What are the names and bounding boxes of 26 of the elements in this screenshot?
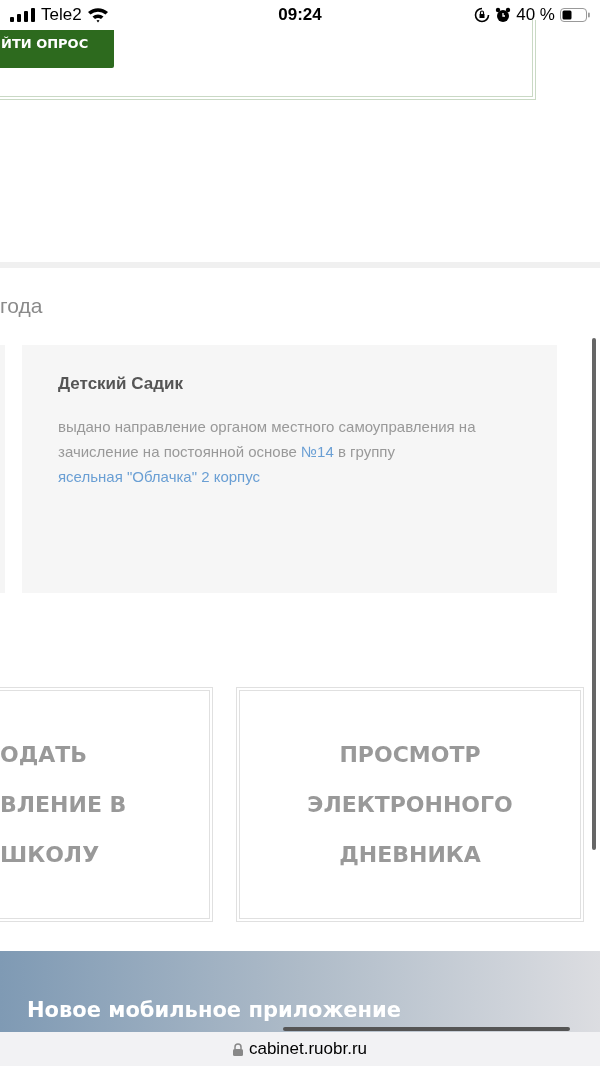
menu-tile[interactable]: ПРОСМОТР ЭЛЕКТРОННОГО ДНЕВНИКА [236,687,584,922]
group-link[interactable]: №14 [301,442,334,460]
survey-button[interactable]: ЙТИ ОПРОС [0,30,114,68]
tile-label: ШКОЛУ [0,841,100,869]
battery-icon [560,8,590,22]
tile-label: ОДАТЬ [0,741,88,769]
tile-label: ПРОСМОТР [339,741,481,769]
signal-icon [10,8,36,22]
alarm-icon [495,7,512,23]
banner-title: Новое мобильное приложение [27,997,402,1023]
tile-label: ЭЛЕКТРОННОГО [307,791,513,819]
card-title: Детский Садик [58,373,184,395]
section-heading: года [0,293,43,319]
url-text: cabinet.ruobr.ru [248,1038,368,1061]
tile-label: ВЛЕНИЕ В [0,791,127,819]
carrier-name: Tele2 [41,4,82,27]
lock-icon [232,1042,243,1056]
menu-tile[interactable]: ОДАТЬ ВЛЕНИЕ В ШКОЛУ [0,687,213,922]
wifi-icon [86,7,109,23]
card-description: выдано направление органом местного самоуправления на зачисление на постоянной основе №14 в группу ясельная "Облачка" 2 корпус [58,416,477,487]
battery-percent: 40 % [516,4,555,27]
url-bar[interactable]: cabinet.ruobr.ru [0,1032,600,1066]
group-link[interactable]: ясельная "Облачка" 2 корпус [58,467,261,485]
clock-time: 09:24 [278,4,322,27]
tile-label: ДНЕВНИКА [339,841,481,869]
rotation-lock-icon [474,7,491,23]
